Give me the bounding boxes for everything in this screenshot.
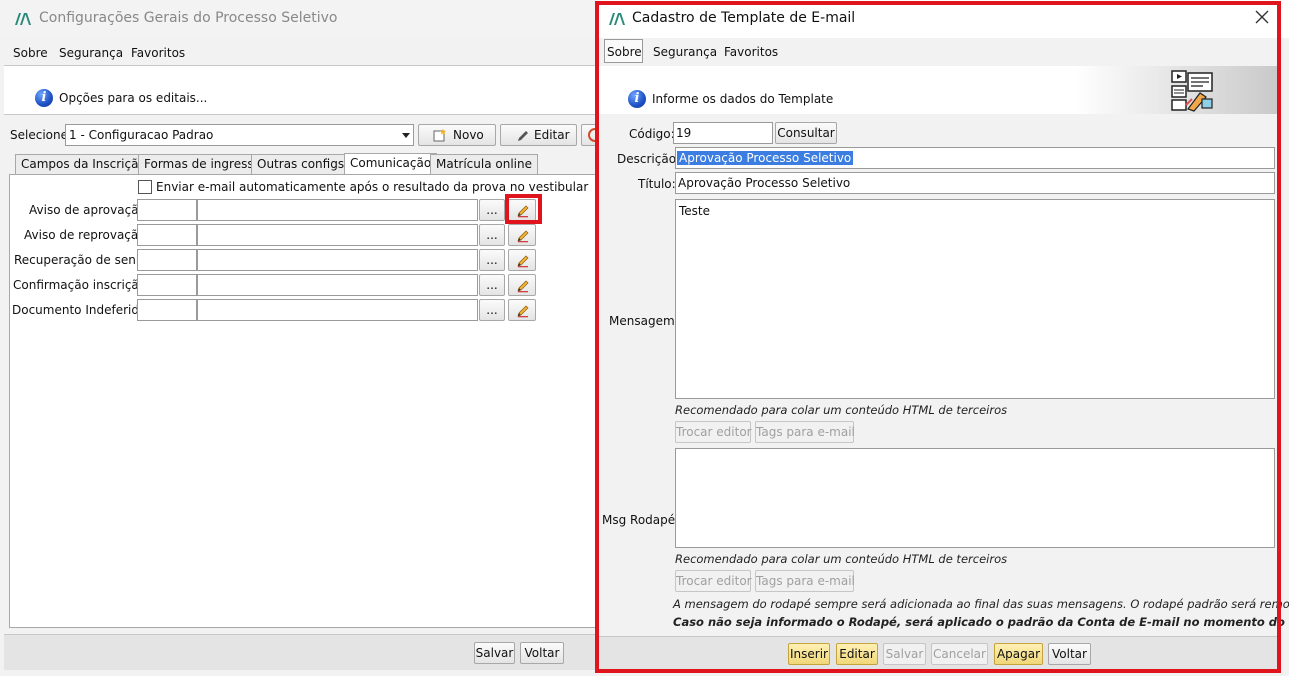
bg-window-title: Configurações Gerais do Processo Seletiv… — [39, 10, 338, 26]
config-select-value: 1 - Configuracao Padrao — [69, 128, 214, 142]
bg-info-text: Opções para os editais... — [59, 91, 208, 105]
row-label-aviso-reprovacao: Aviso de reprovação: — [24, 228, 150, 242]
pencil-icon — [518, 131, 528, 141]
auto-email-checkbox[interactable] — [138, 180, 152, 194]
save-button[interactable]: Salvar — [474, 642, 515, 664]
new-button-label: Novo — [453, 128, 484, 142]
template-dialog: Cadastro de Template de E-mail Sobre Seg… — [595, 0, 1289, 676]
row-lookup-button[interactable]: ... — [479, 274, 505, 296]
background-window: Configurações Gerais do Processo Seletiv… — [0, 0, 598, 676]
row-name-field[interactable] — [197, 299, 478, 321]
row-lookup-button[interactable]: ... — [479, 224, 505, 246]
pencil-icon — [517, 230, 529, 243]
edit-button-label: Editar — [534, 128, 570, 142]
row-edit-template-button[interactable] — [508, 249, 536, 271]
pencil-icon — [517, 255, 529, 268]
bg-titlebar: Configurações Gerais do Processo Seletiv… — [0, 0, 598, 38]
highlight-box — [595, 1, 1281, 673]
row-edit-template-button[interactable] — [508, 224, 536, 246]
row-code-field[interactable] — [137, 199, 197, 221]
select-label: Selecione: — [10, 128, 73, 142]
auto-email-checkbox-label: Enviar e-mail automaticamente após o res… — [156, 180, 589, 194]
divider — [4, 114, 598, 115]
row-code-field[interactable] — [137, 249, 197, 271]
row-name-field[interactable] — [197, 199, 478, 221]
new-document-icon — [433, 129, 446, 142]
row-code-field[interactable] — [137, 299, 197, 321]
info-icon: i — [35, 89, 53, 107]
row-label-documento-indeferido: Documento Indeferido: — [12, 303, 151, 317]
tab-outras-configs[interactable]: Outras configs. — [251, 154, 354, 174]
highlight-box — [505, 194, 542, 224]
info-banner — [4, 66, 598, 114]
pencil-icon — [517, 280, 529, 293]
row-edit-template-button[interactable] — [508, 274, 536, 296]
row-code-field[interactable] — [137, 224, 197, 246]
row-lookup-button[interactable]: ... — [479, 299, 505, 321]
tab-campos-inscricao[interactable]: Campos da Inscrição — [15, 154, 152, 174]
app-logo-icon — [15, 13, 31, 25]
row-name-field[interactable] — [197, 224, 478, 246]
edit-button[interactable]: Editar — [500, 124, 577, 146]
tab-matricula-online[interactable]: Matrícula online — [430, 154, 538, 174]
row-lookup-button[interactable]: ... — [479, 199, 505, 221]
row-code-field[interactable] — [137, 274, 197, 296]
menu-sobre[interactable]: Sobre — [13, 46, 48, 60]
row-name-field[interactable] — [197, 274, 478, 296]
row-label-confirmacao-inscricao: Confirmação inscrição: — [13, 278, 151, 292]
pencil-icon — [517, 305, 529, 318]
bg-menubar: Sobre Segurança Favoritos — [0, 40, 598, 66]
new-button[interactable]: Novo — [418, 124, 496, 146]
row-label-recuperacao-senha: Recuperação de senha: — [14, 253, 155, 267]
tab-comunicacao[interactable]: Comunicação — [344, 153, 438, 175]
menu-seguranca[interactable]: Segurança — [59, 46, 123, 60]
tab-formas-ingresso[interactable]: Formas de ingresso — [138, 154, 267, 174]
config-select[interactable]: 1 - Configuracao Padrao — [65, 124, 414, 146]
menu-favoritos[interactable]: Favoritos — [131, 46, 185, 60]
row-lookup-button[interactable]: ... — [479, 249, 505, 271]
row-edit-template-button[interactable] — [508, 299, 536, 321]
row-label-aviso-aprovacao: Aviso de aprovação: — [29, 203, 150, 217]
row-name-field[interactable] — [197, 249, 478, 271]
back-button[interactable]: Voltar — [520, 642, 564, 664]
chevron-down-icon — [402, 133, 410, 138]
